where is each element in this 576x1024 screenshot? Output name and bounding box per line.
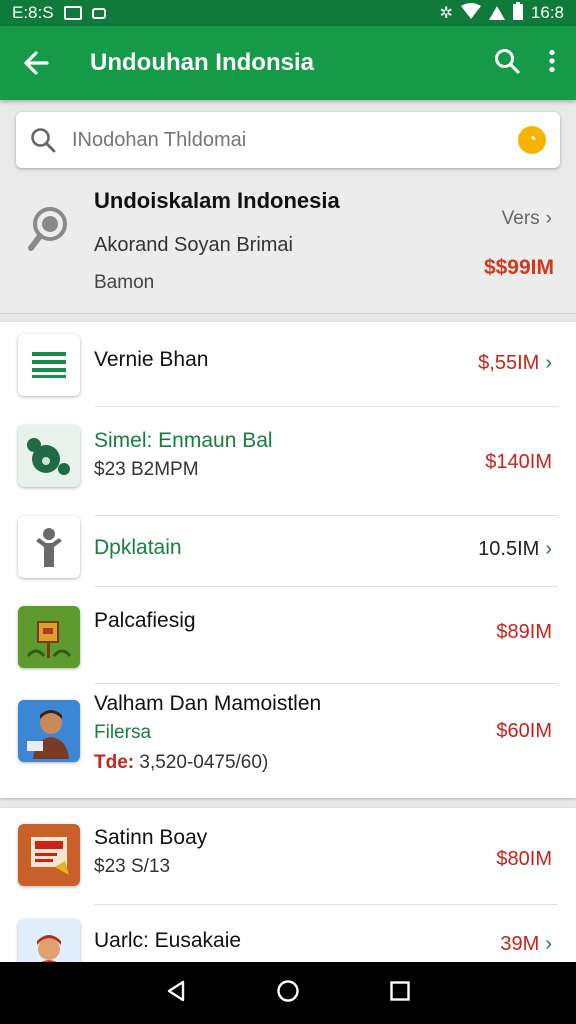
list-item-price: $89IM (496, 621, 552, 643)
wifi-icon (460, 2, 481, 24)
chevron-right-icon: › (545, 933, 552, 955)
list-item[interactable]: Dpklatain 10.5IM › (0, 516, 576, 586)
featured-result[interactable]: Undoiskalam Indonesia Akorand Soyan Brim… (0, 176, 576, 314)
featured-title: Undoiskalam Indonesia (94, 188, 340, 213)
detail-value: 3,520-0475/60) (134, 752, 269, 773)
person-figure-icon (18, 516, 80, 578)
square-recents-icon (390, 980, 411, 1001)
list-item-subtitle: Filersa (94, 722, 152, 743)
search-button[interactable] (494, 48, 520, 79)
list-item-title: Satinn Boay (94, 826, 208, 849)
boy-avatar-icon (18, 919, 80, 962)
nav-back-button[interactable] (165, 979, 187, 1008)
list-item-subtitle: $23 B2MPM (94, 459, 199, 480)
page-title: Undouhan Indonsia (90, 49, 314, 76)
arrow-left-icon (24, 51, 49, 75)
list-item[interactable]: Palcafiesig $89IM (0, 587, 576, 683)
triangle-back-icon (167, 980, 184, 1001)
voice-coin-icon[interactable]: ◔ (518, 126, 546, 154)
chevron-right-icon: › (545, 538, 552, 560)
circle-home-icon (277, 979, 299, 1002)
list-item-price: 10.5IM › (478, 538, 552, 560)
list-item-title: Dpklatain (94, 536, 182, 559)
list-item-detail: Tde: 3,520-0475/60) (94, 752, 268, 774)
list-item-price: $80IM (496, 848, 552, 870)
search-input[interactable] (72, 128, 518, 152)
more-vertical-icon (549, 49, 555, 72)
settings-status-icon: ✲ (439, 5, 453, 22)
green-blob-icon (18, 425, 80, 487)
results-card-2: Satinn Boay $23 S/13 $80IM Uarlc: Eusaka… (0, 808, 576, 962)
chevron-right-icon: › (545, 208, 552, 229)
list-item-subtitle: $23 S/13 (94, 856, 171, 877)
list-item-price: $,55IM › (478, 352, 552, 374)
status-bar: E:8:S ✲ 16:8 (0, 0, 576, 26)
chevron-right-icon: › (545, 352, 552, 374)
clock-text: 16:8 (530, 3, 564, 22)
app-bar: Undouhan Indonsia (0, 26, 576, 100)
list-item-title: Uarlc: Eusakaie (94, 929, 242, 952)
signal-icon (488, 6, 505, 20)
featured-more-label: Vers (501, 208, 540, 229)
mailbox-icon (18, 606, 80, 668)
list-item[interactable]: Uarlc: Eusakaie 39M › (0, 905, 576, 962)
nav-recents-button[interactable] (389, 980, 411, 1007)
nav-home-button[interactable] (276, 979, 300, 1008)
search-icon (31, 128, 56, 153)
list-item[interactable]: Valham Dan Mamoistlen Filersa Tde: 3,520… (0, 684, 576, 798)
status-text-left: E:8:S (12, 3, 54, 22)
detail-label: Tde: (94, 752, 135, 773)
overflow-menu-button[interactable] (548, 49, 556, 78)
list-item-title: Vernie Bhan (94, 348, 209, 371)
list-item[interactable]: Vernie Bhan $,55IM › (0, 322, 576, 406)
menu-list-icon (18, 334, 80, 396)
message-icon (91, 7, 106, 19)
notification-icon (63, 6, 82, 20)
results-card-1: Vernie Bhan $,55IM › Simel: Enmaun Bal $2… (0, 322, 576, 798)
featured-more-link[interactable]: Vers › (502, 208, 552, 230)
search-icon (495, 48, 520, 74)
featured-price: $$99IM (483, 256, 554, 279)
list-item[interactable]: Satinn Boay $23 S/13 $80IM (0, 808, 576, 904)
featured-subtitle: Akorand Soyan Brimai (94, 234, 293, 256)
featured-subtitle-2: Bamon (94, 272, 155, 293)
battery-icon (512, 1, 523, 25)
system-nav-bar (0, 962, 576, 1024)
magnifier-badge-icon (28, 206, 70, 257)
list-item-price: $140IM (485, 451, 552, 473)
list-item[interactable]: Simel: Enmaun Bal $23 B2MPM $140IM (0, 407, 576, 515)
list-item-title: Valham Dan Mamoistlen (94, 692, 322, 715)
list-item-title: Palcafiesig (94, 609, 196, 632)
list-item-title: Simel: Enmaun Bal (94, 429, 273, 452)
man-avatar-icon (18, 700, 80, 762)
list-item-price: $60IM (496, 720, 552, 742)
book-icon (18, 824, 80, 886)
list-item-price: 39M › (500, 933, 552, 955)
search-bar[interactable]: ◔ (16, 112, 560, 168)
back-button[interactable] (0, 50, 72, 76)
